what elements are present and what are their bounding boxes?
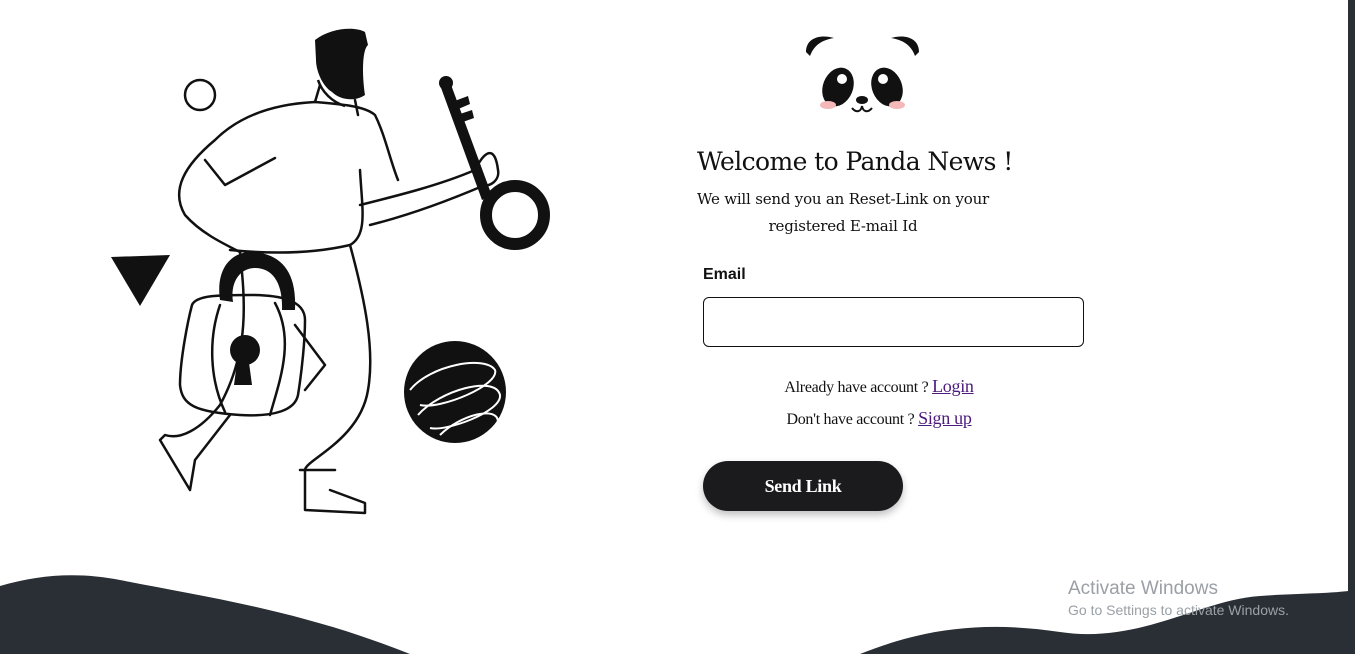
send-link-button[interactable]: Send Link	[703, 461, 903, 511]
person-with-key-and-lock-illustration	[111, 28, 550, 515]
login-prompt: Already have account ? Login	[703, 376, 1055, 397]
login-prompt-text: Already have account ?	[784, 379, 929, 396]
signup-prompt: Don't have account ? Sign up	[703, 408, 1055, 429]
email-field[interactable]	[703, 297, 1084, 347]
signup-link[interactable]: Sign up	[918, 408, 972, 428]
watermark-subtitle: Go to Settings to activate Windows.	[1068, 602, 1289, 618]
page-title: Welcome to Panda News !	[697, 147, 1013, 176]
watermark-title: Activate Windows	[1068, 578, 1218, 599]
signup-prompt-text: Don't have account ?	[786, 411, 915, 428]
email-label: Email	[703, 266, 746, 283]
panda-logo	[806, 36, 919, 113]
subtitle-line-2: registered E-mail Id	[768, 217, 918, 235]
page-subtitle: We will send you an Reset-Link on your r…	[690, 186, 996, 240]
window-right-edge	[1348, 0, 1355, 654]
login-link[interactable]: Login	[932, 376, 974, 396]
subtitle-line-1: We will send you an Reset-Link on your	[696, 190, 990, 208]
windows-activation-watermark: Activate Windows Go to Settings to activ…	[1068, 578, 1289, 618]
